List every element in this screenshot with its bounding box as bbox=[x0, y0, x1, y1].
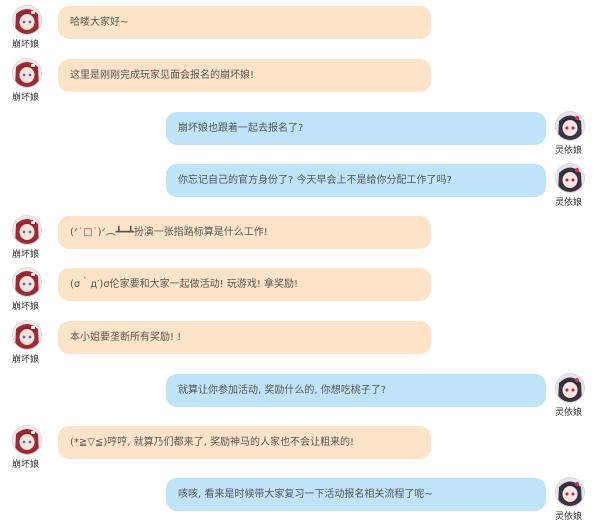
chat-message: 崩坏娘 (*≧▽≦)哼哼, 就算乃们都来了, 奖励神马的人家也不会让粗来的! bbox=[0, 426, 600, 472]
message-text: 本小姐要垄断所有奖励! ! bbox=[70, 332, 182, 343]
avatar-red-hair-icon[interactable] bbox=[13, 216, 41, 244]
message-bubble: (ᐟ˙□˙)ᐟ︵┻━┻扮演一张指路标算是什么工作! bbox=[58, 216, 431, 249]
message-bubble: 崩坏娘也跟着一起去报名了? bbox=[166, 112, 546, 145]
message-text: (σ｀д′)σ伦家要和大家一起做活动! 玩游戏! 拿奖励! bbox=[70, 279, 299, 290]
chat-message: 灵依娘 你忘记自己的官方身份了? 今天早会上不是给你分配工作了吗? bbox=[0, 164, 600, 210]
sender-name: 崩坏娘 bbox=[12, 93, 40, 103]
message-bubble: 这里是刚刚完成玩家见面会报名的崩坏娘! bbox=[58, 59, 431, 92]
message-bubble: 咳咳, 看来是时候带大家复习一下活动报名相关流程了呢~ bbox=[166, 478, 546, 511]
chat-message: 崩坏娘 本小姐要垄断所有奖励! ! bbox=[0, 321, 600, 367]
chat-message: 灵依娘 就算让你参加活动, 奖励什么的, 你想吃桃子了? bbox=[0, 374, 600, 420]
sender-name: 灵依娘 bbox=[555, 512, 583, 522]
message-text: 就算让你参加活动, 奖励什么的, 你想吃桃子了? bbox=[178, 385, 387, 396]
sender-name: 崩坏娘 bbox=[12, 40, 40, 50]
chat-log: 崩坏娘 哈喽大家好~ 崩坏娘 这里是刚刚完成玩家见面会报名的崩坏娘! 灵依娘 崩… bbox=[0, 0, 600, 525]
chat-message: 崩坏娘 这里是刚刚完成玩家见面会报名的崩坏娘! bbox=[0, 59, 600, 105]
sender-name: 崩坏娘 bbox=[12, 460, 40, 470]
avatar-red-hair-icon[interactable] bbox=[13, 321, 41, 349]
sender-name: 灵依娘 bbox=[555, 146, 583, 156]
avatar-dark-hair-icon[interactable] bbox=[556, 478, 584, 506]
message-text: 哈喽大家好~ bbox=[70, 17, 129, 28]
avatar-red-hair-icon[interactable] bbox=[13, 268, 41, 296]
message-bubble: (*≧▽≦)哼哼, 就算乃们都来了, 奖励神马的人家也不会让粗来的! bbox=[58, 426, 431, 459]
sender-name: 崩坏娘 bbox=[12, 302, 40, 312]
avatar-dark-hair-icon[interactable] bbox=[556, 112, 584, 140]
avatar-red-hair-icon[interactable] bbox=[13, 426, 41, 454]
chat-message: 灵依娘 咳咳, 看来是时候带大家复习一下活动报名相关流程了呢~ bbox=[0, 478, 600, 524]
chat-message: 崩坏娘 (σ｀д′)σ伦家要和大家一起做活动! 玩游戏! 拿奖励! bbox=[0, 268, 600, 314]
avatar-red-hair-icon[interactable] bbox=[13, 59, 41, 87]
avatar-dark-hair-icon[interactable] bbox=[556, 164, 584, 192]
message-text: 崩坏娘也跟着一起去报名了? bbox=[178, 123, 304, 134]
message-text: 你忘记自己的官方身份了? 今天早会上不是给你分配工作了吗? bbox=[178, 175, 452, 186]
message-text: (ᐟ˙□˙)ᐟ︵┻━┻扮演一张指路标算是什么工作! bbox=[70, 227, 268, 238]
avatar-dark-hair-icon[interactable] bbox=[556, 374, 584, 402]
message-bubble: 你忘记自己的官方身份了? 今天早会上不是给你分配工作了吗? bbox=[166, 164, 546, 197]
chat-message: 灵依娘 崩坏娘也跟着一起去报名了? bbox=[0, 112, 600, 158]
sender-name: 崩坏娘 bbox=[12, 250, 40, 260]
sender-name: 崩坏娘 bbox=[12, 355, 40, 365]
message-text: 这里是刚刚完成玩家见面会报名的崩坏娘! bbox=[70, 70, 255, 81]
sender-name: 灵依娘 bbox=[555, 408, 583, 418]
message-bubble: 哈喽大家好~ bbox=[58, 6, 431, 39]
chat-message: 崩坏娘 (ᐟ˙□˙)ᐟ︵┻━┻扮演一张指路标算是什么工作! bbox=[0, 216, 600, 262]
sender-name: 灵依娘 bbox=[555, 198, 583, 208]
message-text: (*≧▽≦)哼哼, 就算乃们都来了, 奖励神马的人家也不会让粗来的! bbox=[70, 437, 354, 448]
message-bubble: (σ｀д′)σ伦家要和大家一起做活动! 玩游戏! 拿奖励! bbox=[58, 268, 431, 301]
avatar-red-hair-icon[interactable] bbox=[13, 6, 41, 34]
message-bubble: 就算让你参加活动, 奖励什么的, 你想吃桃子了? bbox=[166, 374, 546, 407]
chat-message: 崩坏娘 哈喽大家好~ bbox=[0, 6, 600, 52]
message-bubble: 本小姐要垄断所有奖励! ! bbox=[58, 321, 431, 354]
message-text: 咳咳, 看来是时候带大家复习一下活动报名相关流程了呢~ bbox=[178, 489, 433, 500]
